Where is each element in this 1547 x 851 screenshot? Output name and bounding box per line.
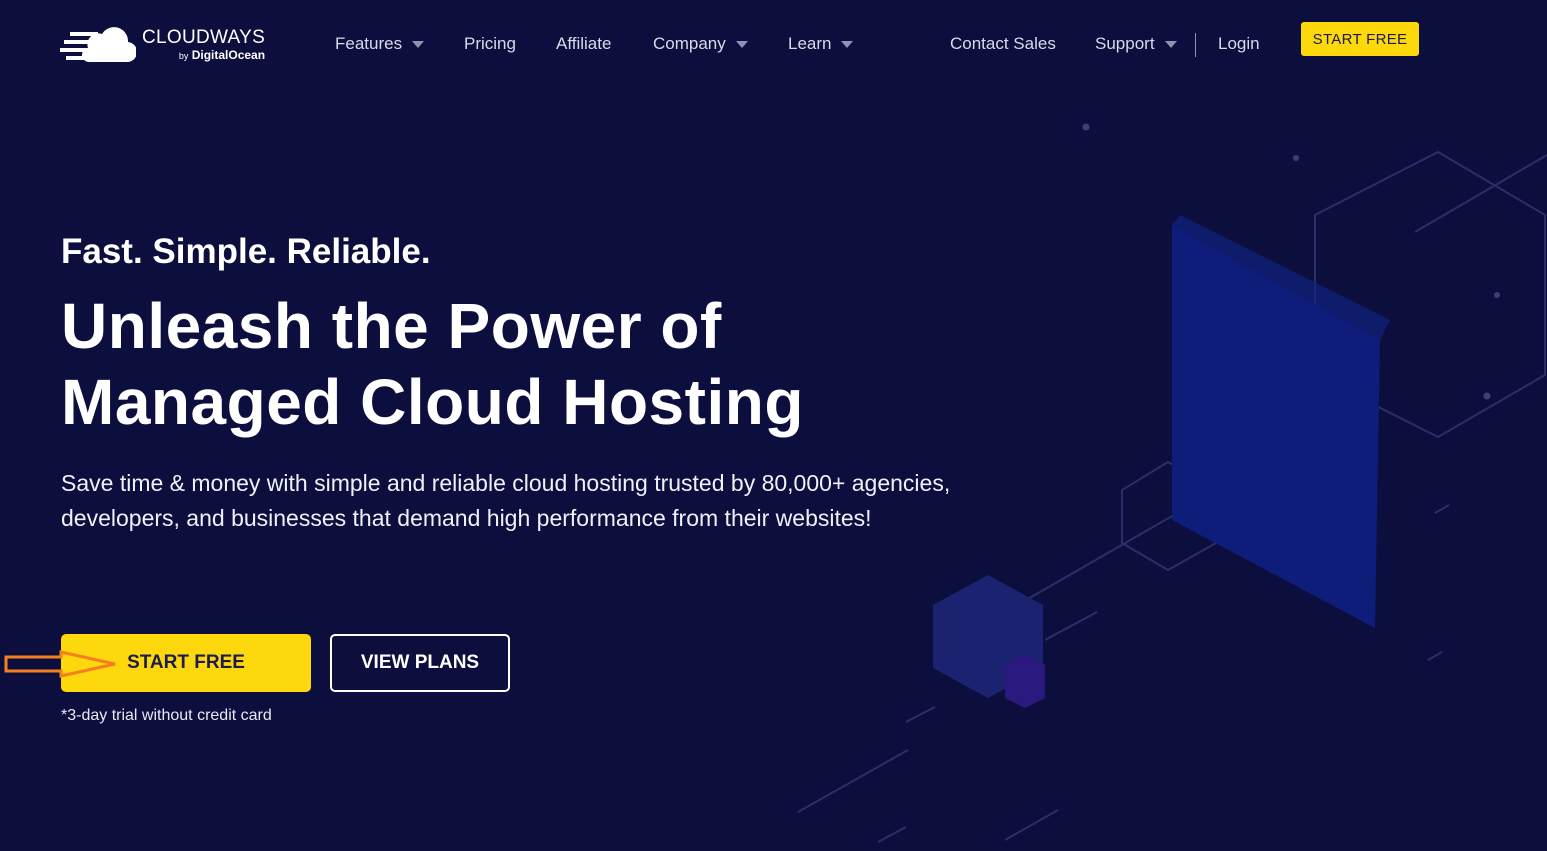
hero-title-line2: Managed Cloud Hosting	[61, 366, 804, 438]
nav-label: Features	[335, 34, 403, 53]
chevron-down-icon	[735, 40, 748, 48]
nav-affiliate[interactable]: Affiliate	[556, 34, 611, 54]
nav-label: Company	[653, 34, 726, 53]
nav-login[interactable]: Login	[1218, 34, 1260, 54]
hero-description: Save time & money with simple and reliab…	[61, 470, 951, 531]
view-plans-button[interactable]: VIEW PLANS	[330, 634, 510, 692]
nav-label: Login	[1218, 34, 1260, 53]
top-nav: CLOUDWAYS by DigitalOcean Features Prici…	[0, 0, 1547, 90]
logo-sub: DigitalOcean	[191, 47, 266, 62]
nav-learn[interactable]: Learn	[788, 34, 854, 54]
logo-wordmark: CLOUDWAYS	[142, 26, 266, 48]
nav-label: Support	[1095, 34, 1155, 53]
nav-label: Affiliate	[556, 34, 612, 53]
nav-divider	[1195, 33, 1196, 57]
nav-start-free-button[interactable]: START FREE	[1301, 22, 1419, 56]
nav-features[interactable]: Features	[335, 34, 425, 54]
chevron-down-icon	[841, 40, 854, 48]
nav-contact-sales[interactable]: Contact Sales	[950, 34, 1056, 54]
nav-company[interactable]: Company	[653, 34, 748, 54]
nav-label: Learn	[788, 34, 832, 53]
nav-label: Contact Sales	[950, 34, 1056, 53]
chevron-down-icon	[1164, 40, 1177, 48]
chevron-down-icon	[412, 40, 425, 48]
nav-support[interactable]: Support	[1095, 34, 1177, 54]
trial-note: *3-day trial without credit card	[61, 707, 272, 724]
nav-label: Pricing	[464, 34, 516, 53]
logo-by: by	[178, 50, 189, 61]
nav-pricing[interactable]: Pricing	[464, 34, 516, 54]
hero-title: Unleash the Power of Managed Cloud Hosti…	[61, 288, 804, 440]
hero-title-line1: Unleash the Power of	[61, 290, 722, 362]
annotation-arrow-icon	[4, 650, 116, 678]
